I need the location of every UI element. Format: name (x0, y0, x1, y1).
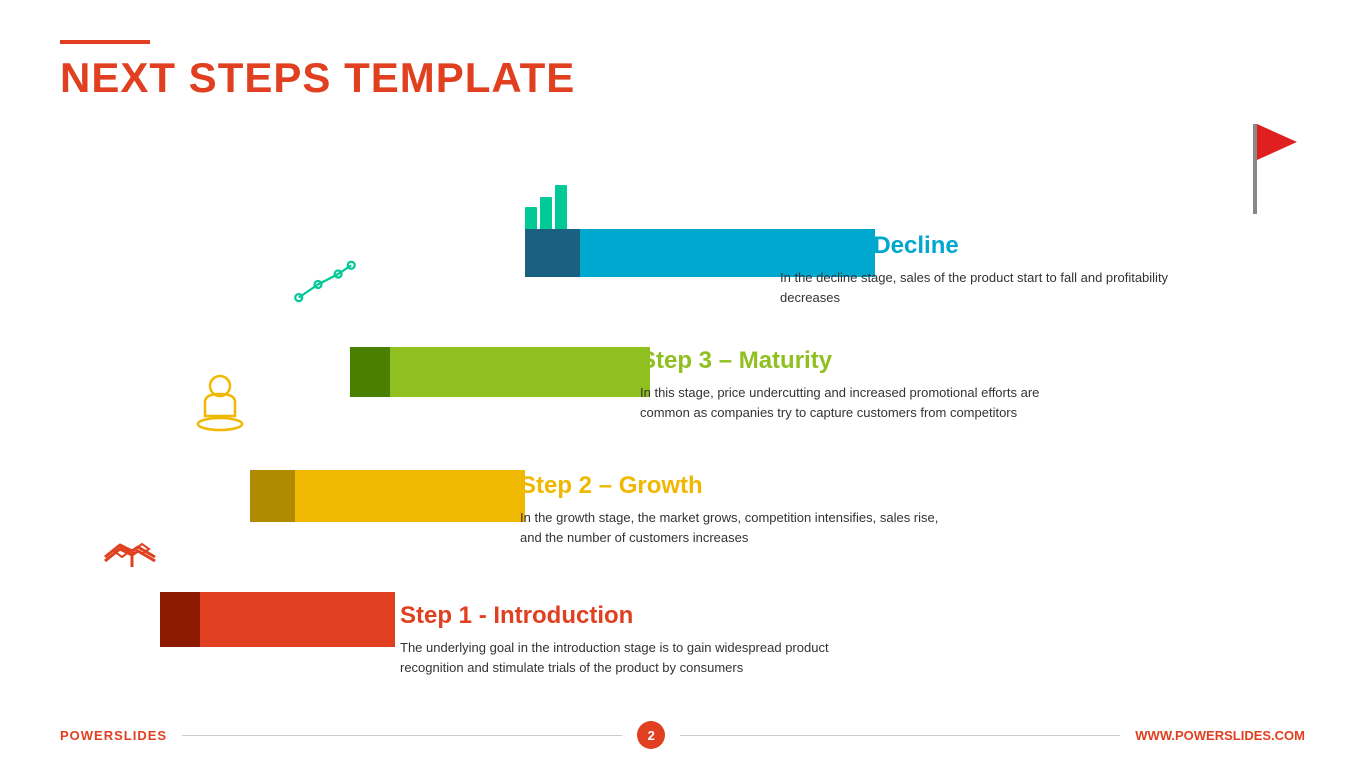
step2-description: In the growth stage, the market grows, c… (520, 508, 950, 547)
footer-brand: POWERSLIDES (60, 728, 167, 743)
page-title: NEXT STEPS TEMPLATE (60, 54, 575, 102)
footer-page-number: 2 (637, 721, 665, 749)
header-accent-line (60, 40, 150, 44)
step1-bar-small (160, 592, 200, 647)
brand-orange: SLIDES (114, 728, 167, 743)
step1-bar-main (200, 592, 395, 647)
step1-text: Step 1 - Introduction The underlying goa… (400, 602, 830, 677)
step4-bar-small (525, 229, 580, 277)
step2-bar-main (295, 470, 525, 522)
flag-icon (1205, 114, 1305, 224)
step1-bar (160, 592, 395, 647)
line-chart-icon (290, 257, 360, 312)
footer: POWERSLIDES 2 WWW.POWERSLIDES.COM (0, 721, 1365, 749)
chart-bar-1 (525, 207, 537, 229)
step1-title: Step 1 - Introduction (400, 602, 830, 630)
footer-line-right (680, 735, 1120, 736)
step1-icon-area (100, 527, 165, 587)
brand-black: POWER (60, 728, 114, 743)
chart-icon (525, 185, 567, 229)
step2-title: Step 2 – Growth (520, 472, 950, 500)
handshake-icon (100, 527, 165, 582)
flag-container (1205, 114, 1305, 229)
step3-text: Step 3 – Maturity In this stage, price u… (640, 347, 1070, 422)
steps-area: Step 4 - Decline In the decline stage, s… (60, 150, 1305, 707)
step2-bar (250, 470, 525, 522)
step3-description: In this stage, price undercutting and in… (640, 383, 1070, 422)
step3-title: Step 3 – Maturity (640, 347, 1070, 375)
header: NEXT STEPS TEMPLATE (60, 40, 575, 102)
step2-text: Step 2 – Growth In the growth stage, the… (520, 472, 950, 547)
step3-bar-small (350, 347, 390, 397)
footer-line-left (182, 735, 622, 736)
title-orange: TEMPLATE (344, 54, 575, 101)
person-icon (190, 372, 250, 442)
step3-bar (350, 347, 650, 397)
step2-icon-area (190, 372, 250, 447)
step3-bar-main (390, 347, 650, 397)
step2-bar-small (250, 470, 295, 522)
step3-icon-area (290, 257, 360, 317)
step4-text: Step 4 - Decline In the decline stage, s… (780, 232, 1210, 307)
step1-description: The underlying goal in the introduction … (400, 638, 830, 677)
step4-description: In the decline stage, sales of the produ… (780, 268, 1210, 307)
title-black: NEXT STEPS (60, 54, 344, 101)
chart-bar-2 (540, 197, 552, 229)
step4-icon-area (525, 185, 567, 229)
chart-bar-3 (555, 185, 567, 229)
step4-title: Step 4 - Decline (780, 232, 1210, 260)
footer-url: WWW.POWERSLIDES.COM (1135, 728, 1305, 743)
